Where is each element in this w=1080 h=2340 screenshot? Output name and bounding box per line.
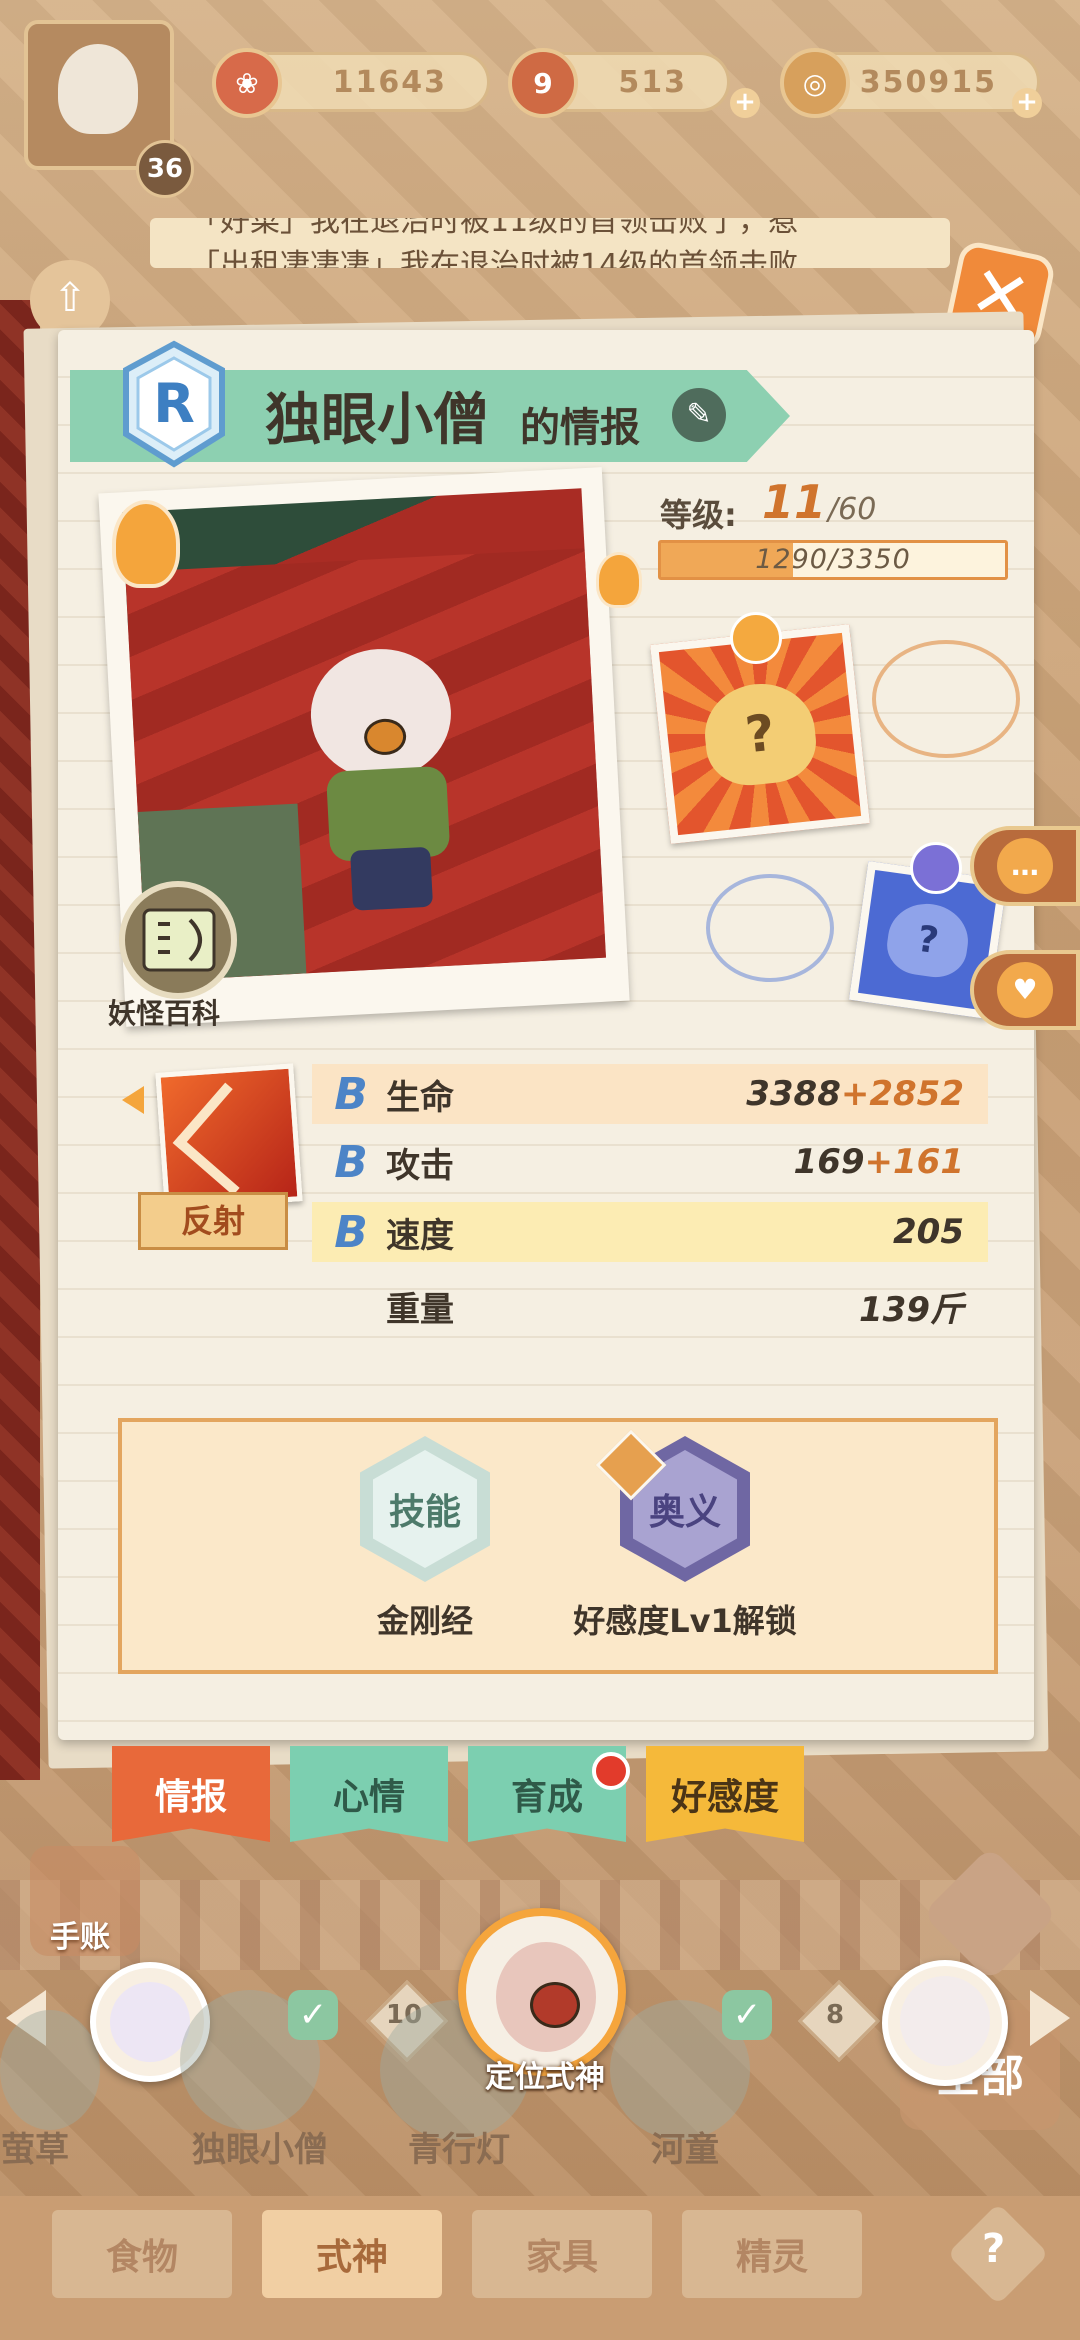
stat-row-speed: B 速度 205 <box>312 1202 988 1262</box>
locate-shikigami-label[interactable]: 定位式神 <box>460 2052 630 2096</box>
owned-check-icon: ✓ <box>288 1990 338 2040</box>
notebook-label: 手账 <box>50 1920 110 1955</box>
sad-face-icon <box>910 842 962 894</box>
nav-shikigami[interactable]: 式神 <box>262 2210 442 2298</box>
stat-row-weight: 重量 139斤 <box>312 1276 988 1336</box>
roster-avatar-right[interactable] <box>882 1960 1008 2086</box>
stat-grade: B <box>334 1068 368 1120</box>
gift-icon: ♥ <box>997 962 1053 1018</box>
selected-shikigami-avatar[interactable] <box>458 1908 626 2076</box>
rarity-letter: R <box>153 372 195 435</box>
coin-currency-icon: ◎ <box>780 48 850 118</box>
encyclopedia-label: 妖怪百科 <box>108 997 221 1030</box>
doodle-face-happy <box>872 640 1020 758</box>
add-currency-3-button[interactable]: + <box>1012 88 1042 118</box>
stat-grade: B <box>334 1136 368 1188</box>
stat-value: 3388+2852 <box>746 1074 964 1114</box>
stat-row-attack: B 攻击 169+161 <box>312 1132 988 1192</box>
smile-face-icon <box>730 612 782 664</box>
skill-hex-label: 技能 <box>373 1450 477 1568</box>
yokai-encyclopedia-button[interactable] <box>100 880 256 1000</box>
secret-unlock-text: 好感度Lv1解锁 <box>573 1602 797 1640</box>
character-robe <box>325 765 451 862</box>
exp-bar: 1290/3350 <box>658 540 1008 580</box>
currency-3-value: 350915 <box>859 64 997 100</box>
flame-ornament-right <box>596 552 642 608</box>
magatama-currency-icon: 9 <box>508 48 578 118</box>
stat-name: 生命 <box>386 1077 454 1118</box>
question-icon: ? <box>982 2226 1006 2272</box>
locked-sad-blob: ? <box>883 898 973 982</box>
nav-food[interactable]: 食物 <box>52 2210 232 2298</box>
currency-1-value: 11643 <box>332 64 447 100</box>
gift-side-button[interactable]: ♥ <box>970 950 1080 1030</box>
edit-button[interactable]: ✎ <box>672 388 726 442</box>
roster-name-hitotsume: 独眼小僧 <box>192 2130 328 2170</box>
tab-affinity[interactable]: 好感度 <box>646 1746 804 1842</box>
locked-mood-blob: ? <box>700 678 820 790</box>
avatar-face <box>58 44 138 134</box>
roster-name-hotaru: 萤草 <box>1 2130 69 2170</box>
roster-name-kappa: 河童 <box>651 2130 719 2170</box>
shikigami-name: 独眼小僧 <box>265 388 489 453</box>
scroll-right-arrow[interactable] <box>1030 1990 1070 2046</box>
chat-side-button[interactable]: … <box>970 826 1080 906</box>
avatar-face <box>900 1976 990 2066</box>
ticker-line-1: 「好菜」我在退治时被11级的首领击败了，惹 <box>190 218 799 239</box>
reflect-skill-icon[interactable] <box>155 1063 303 1211</box>
news-ticker: 「好菜」我在退治时被11级的首领击败了，惹 「出租凄凄凄」我在退治时被14级的首… <box>150 218 950 268</box>
level-value: 11 <box>762 475 827 529</box>
roster-slot-hotaru[interactable] <box>0 2010 100 2130</box>
currency-2-value: 513 <box>618 64 687 100</box>
rarity-badge: R <box>123 340 225 468</box>
skill-name: 金刚经 <box>376 1602 473 1640</box>
notification-dot <box>592 1752 630 1790</box>
flame-ornament-left <box>112 500 180 588</box>
arrow-ornament <box>122 1086 144 1114</box>
nav-spirit[interactable]: 精灵 <box>682 2210 862 2298</box>
nav-furniture[interactable]: 家具 <box>472 2210 652 2298</box>
pencil-icon: ✎ <box>686 397 712 432</box>
level-label: 等级: <box>660 496 737 534</box>
tab-info[interactable]: 情报 <box>112 1746 270 1842</box>
stat-row-hp: B 生命 3388+2852 <box>312 1064 988 1124</box>
title-suffix: 的情报 <box>520 405 640 451</box>
stat-value: 139斤 <box>859 1289 964 1330</box>
roster-level-2: 8 <box>826 2000 845 2030</box>
character-pants <box>350 846 434 911</box>
chat-bubble-icon: … <box>997 838 1053 894</box>
reflect-arrow <box>172 1082 286 1196</box>
add-currency-2-button[interactable]: + <box>730 88 760 118</box>
roster-name-aoandon: 青行灯 <box>408 2130 510 2170</box>
stat-grade: B <box>334 1206 368 1258</box>
avatar-face <box>110 1982 190 2062</box>
stat-name: 攻击 <box>386 1145 454 1186</box>
avatar-eye <box>530 1982 580 2028</box>
level-max: /60 <box>828 492 877 527</box>
exp-text: 1290/3350 <box>755 544 911 575</box>
owned-check-icon: ✓ <box>722 1990 772 2040</box>
tab-mood[interactable]: 心情 <box>290 1746 448 1842</box>
stat-name: 速度 <box>386 1215 454 1256</box>
ticker-line-2: 「出租凄凄凄」我在退治时被14级的首领击败 <box>190 248 799 268</box>
stat-value: 169+161 <box>793 1142 964 1182</box>
stat-value: 205 <box>893 1212 964 1252</box>
skill-label: 反射 <box>138 1192 288 1250</box>
doodle-face-sad <box>706 874 834 982</box>
flower-currency-icon: ❀ <box>212 48 282 118</box>
stat-name: 重量 <box>386 1289 454 1330</box>
player-level-badge: 36 <box>136 140 194 198</box>
